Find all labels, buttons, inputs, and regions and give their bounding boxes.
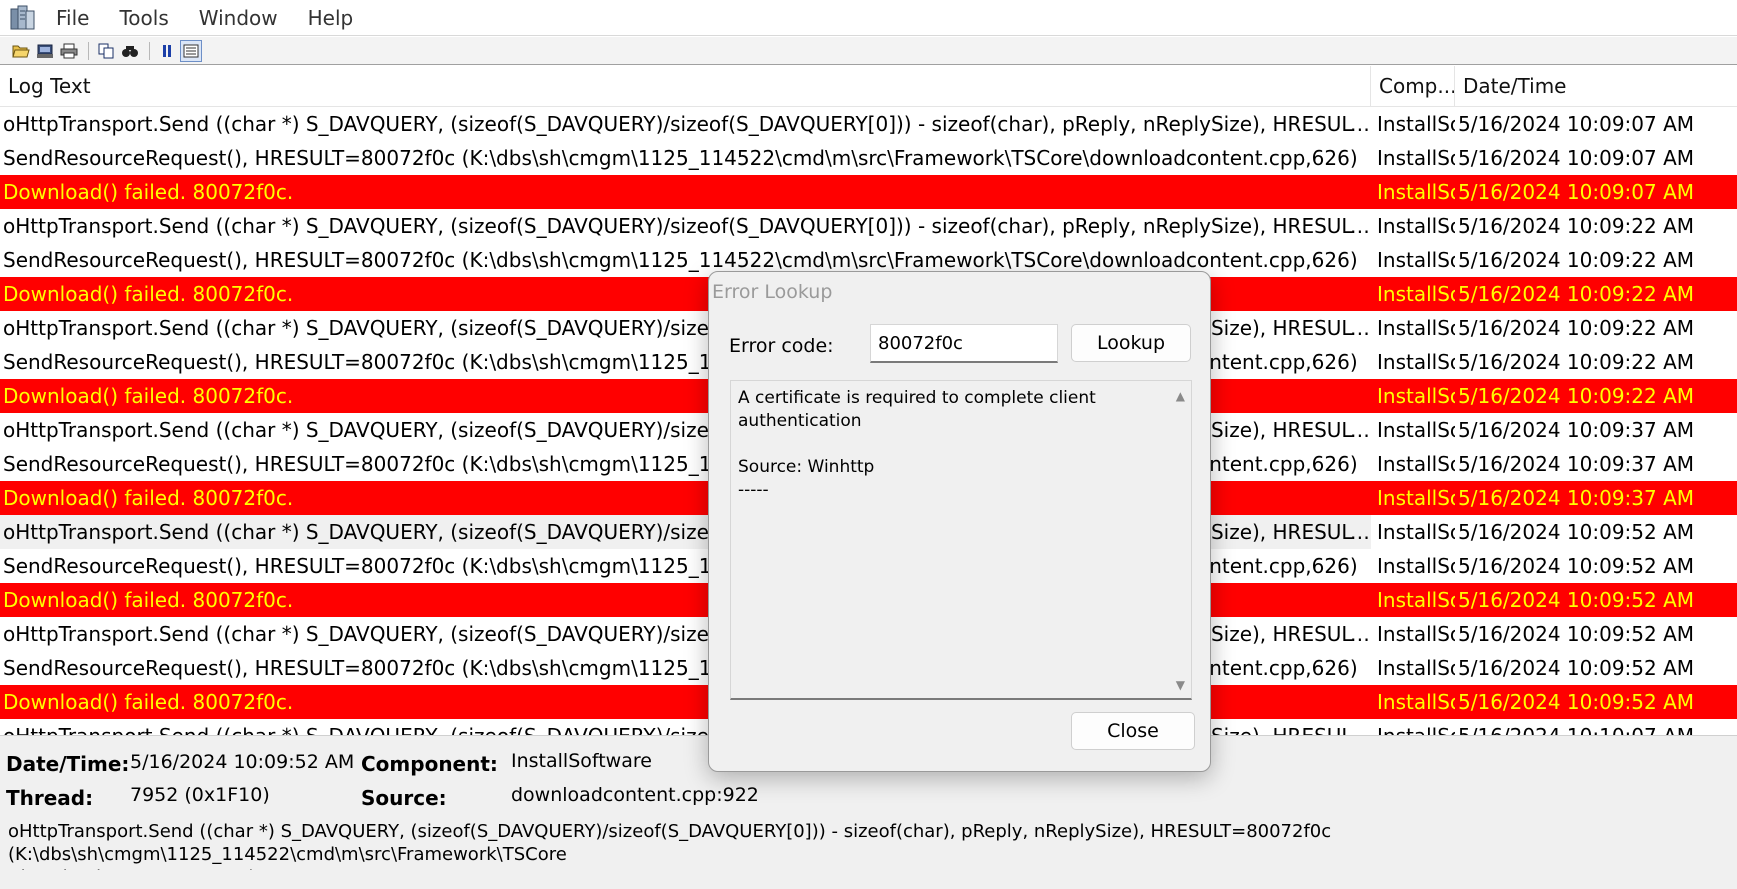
column-header-datetime[interactable]: Date/Time: [1455, 66, 1737, 106]
datetime-cell: 5/16/2024 10:09:52 AM: [1458, 656, 1695, 680]
component-cell: InstallSo: [1377, 520, 1455, 544]
table-row[interactable]: Download() failed. 80072f0c. InstallSo 5/1…: [0, 175, 1737, 209]
pause-icon[interactable]: [156, 40, 178, 62]
component-cell: InstallSo: [1377, 350, 1455, 374]
datetime-cell: 5/16/2024 10:09:22 AM: [1458, 384, 1695, 408]
print-setup-icon[interactable]: [34, 40, 56, 62]
component-label: Component:: [361, 752, 498, 776]
component-cell: InstallSo: [1377, 384, 1455, 408]
component-value: InstallSoftware: [511, 750, 652, 772]
source-value: downloadcontent.cpp:922: [511, 784, 759, 806]
lookup-result-box[interactable]: A certificate is required to complete cl…: [730, 380, 1192, 700]
component-cell: InstallSo: [1371, 719, 1455, 735]
table-row[interactable]: oHttpTransport.Send ((char *) S_DAVQUERY…: [0, 107, 1737, 141]
table-row[interactable]: oHttpTransport.Send ((char *) S_DAVQUERY…: [0, 209, 1737, 243]
component-cell: InstallSo: [1377, 112, 1455, 136]
datetime-cell: 5/16/2024 10:09:37 AM: [1458, 418, 1695, 442]
thread-label: Thread:: [6, 786, 94, 810]
error-code-label: Error code:: [729, 335, 834, 357]
datetime-cell: 5/16/2024 10:09:22 AM: [1458, 282, 1695, 306]
datetime-value: 5/16/2024 10:09:52 AM: [130, 751, 355, 773]
log-text-cell: SendResourceRequest(), HRESULT=80072f0c …: [3, 146, 1358, 170]
lookup-result-text: A certificate is required to complete cl…: [738, 388, 1096, 500]
datetime-cell: 5/16/2024 10:09:52 AM: [1458, 690, 1695, 714]
component-cell: InstallSo: [1377, 316, 1455, 340]
component-cell: InstallSo: [1377, 622, 1455, 646]
datetime-cell: 5/16/2024 10:09:37 AM: [1458, 486, 1695, 510]
open-icon[interactable]: [10, 40, 32, 62]
error-lookup-dialog: Error Lookup Error code: Lookup A certif…: [708, 271, 1211, 772]
thread-value: 7952 (0x1F10): [130, 784, 270, 806]
component-cell: InstallSo: [1377, 554, 1455, 578]
log-text-cell: Download() failed. 80072f0c.: [3, 180, 294, 204]
column-header-log-text[interactable]: Log Text: [0, 66, 1371, 106]
menu-tools[interactable]: Tools: [107, 0, 186, 36]
datetime-label: Date/Time:: [6, 752, 130, 776]
datetime-cell: 5/16/2024 10:10:07 AM: [1455, 719, 1737, 735]
component-cell: InstallSo: [1377, 452, 1455, 476]
log-text-cell: oHttpTransport.Send ((char *) S_DAVQUERY…: [3, 112, 1371, 136]
component-cell: InstallSo: [1377, 656, 1455, 680]
datetime-cell: 5/16/2024 10:09:22 AM: [1458, 248, 1695, 272]
datetime-cell: 5/16/2024 10:09:07 AM: [1458, 180, 1695, 204]
datetime-cell: 5/16/2024 10:09:52 AM: [1458, 622, 1695, 646]
datetime-cell: 5/16/2024 10:09:22 AM: [1458, 350, 1695, 374]
datetime-cell: 5/16/2024 10:09:22 AM: [1458, 316, 1695, 340]
component-cell: InstallSo: [1377, 486, 1455, 510]
table-row[interactable]: SendResourceRequest(), HRESULT=80072f0c …: [0, 141, 1737, 175]
datetime-cell: 5/16/2024 10:09:07 AM: [1458, 146, 1695, 170]
scroll-down-arrow-icon[interactable]: ▼: [1176, 678, 1185, 692]
datetime-cell: 5/16/2024 10:09:52 AM: [1458, 554, 1695, 578]
source-label: Source:: [361, 786, 447, 810]
log-message-detail: oHttpTransport.Send ((char *) S_DAVQUERY…: [8, 821, 1332, 870]
dialog-title: Error Lookup: [712, 281, 833, 303]
component-cell: InstallSo: [1377, 180, 1455, 204]
toolbar: [0, 37, 1737, 65]
copy-icon[interactable]: [95, 40, 117, 62]
cmtrace-window: File Tools Window Help Log Text Comp... …: [0, 0, 1737, 889]
find-icon[interactable]: [119, 40, 141, 62]
datetime-cell: 5/16/2024 10:09:52 AM: [1458, 520, 1695, 544]
datetime-cell: 5/16/2024 10:09:07 AM: [1458, 112, 1695, 136]
component-cell: InstallSo: [1377, 588, 1455, 612]
log-text-cell: oHttpTransport.Send ((char *) S_DAVQUERY…: [3, 214, 1371, 238]
lookup-button[interactable]: Lookup: [1071, 324, 1191, 362]
app-logo-icon: [8, 3, 38, 33]
component-cell: InstallSo: [1377, 214, 1455, 238]
column-header-component[interactable]: Comp...: [1371, 66, 1455, 106]
datetime-cell: 5/16/2024 10:09:37 AM: [1458, 452, 1695, 476]
error-code-input[interactable]: [870, 324, 1058, 363]
component-cell: InstallSo: [1377, 418, 1455, 442]
details-icon[interactable]: [180, 39, 202, 62]
datetime-cell: 5/16/2024 10:09:52 AM: [1458, 588, 1695, 612]
menu-file[interactable]: File: [44, 0, 107, 36]
toolbar-separator: [149, 41, 150, 60]
log-header: Log Text Comp... Date/Time: [0, 66, 1737, 107]
print-icon[interactable]: [58, 40, 80, 62]
toolbar-separator: [88, 41, 89, 60]
component-cell: InstallSo: [1377, 146, 1455, 170]
menu-window[interactable]: Window: [187, 0, 296, 36]
component-cell: InstallSo: [1377, 282, 1455, 306]
close-button[interactable]: Close: [1071, 712, 1195, 750]
scroll-up-arrow-icon[interactable]: ▲: [1176, 389, 1185, 403]
menu-help[interactable]: Help: [296, 0, 372, 36]
component-cell: InstallSo: [1377, 690, 1455, 714]
datetime-cell: 5/16/2024 10:09:22 AM: [1458, 214, 1695, 238]
menu-bar: File Tools Window Help: [0, 0, 1737, 36]
component-cell: InstallSo: [1377, 248, 1455, 272]
